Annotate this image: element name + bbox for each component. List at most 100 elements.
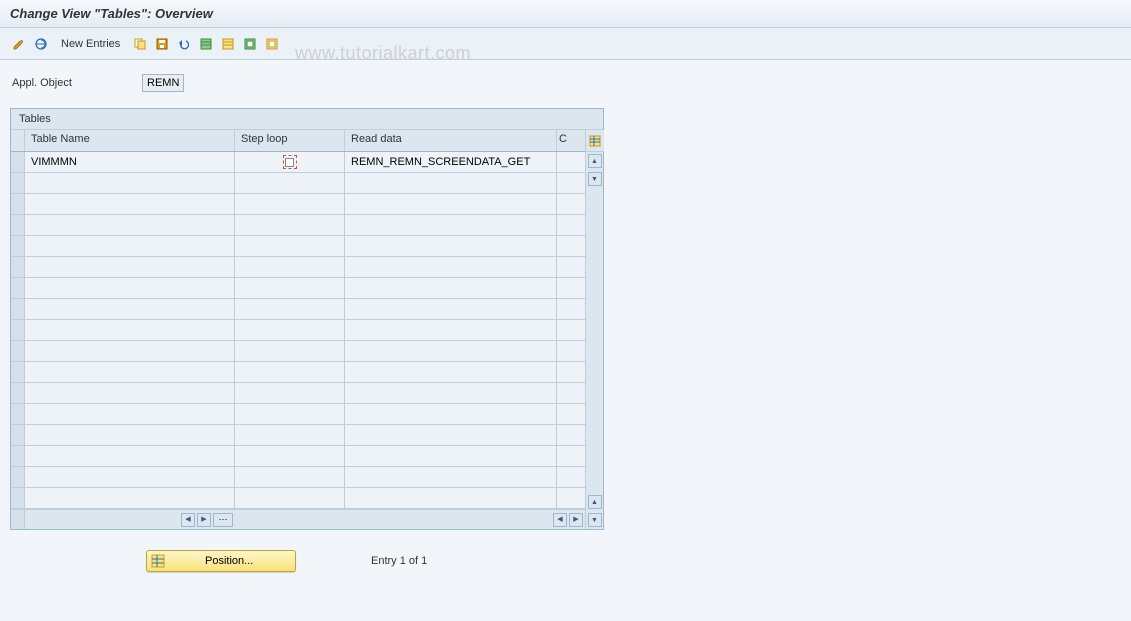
cell-table-name[interactable] xyxy=(25,257,235,277)
table-header-selector[interactable] xyxy=(11,130,25,151)
hscroll-right-button-2[interactable]: ▶ xyxy=(569,513,583,527)
toggle-display-change-icon[interactable] xyxy=(10,35,28,53)
cell-read-data[interactable] xyxy=(345,362,557,382)
cell-table-name[interactable] xyxy=(25,446,235,466)
other-view-icon[interactable] xyxy=(32,35,50,53)
row-selector[interactable] xyxy=(11,173,25,193)
cell-step-loop[interactable] xyxy=(235,194,345,214)
cell-table-name[interactable]: VIMMMN xyxy=(25,152,235,172)
step-loop-checkbox-focused[interactable] xyxy=(283,155,297,169)
table-row[interactable] xyxy=(11,404,585,425)
cell-table-name[interactable] xyxy=(25,467,235,487)
cell-step-loop[interactable] xyxy=(235,152,345,172)
row-selector[interactable] xyxy=(11,215,25,235)
row-selector[interactable] xyxy=(11,320,25,340)
cell-read-data[interactable] xyxy=(345,257,557,277)
cell-read-data[interactable] xyxy=(345,173,557,193)
cell-read-data[interactable] xyxy=(345,467,557,487)
hscroll-left-button[interactable]: ◀ xyxy=(181,513,195,527)
cell-read-data[interactable] xyxy=(345,404,557,424)
cell-step-loop[interactable] xyxy=(235,173,345,193)
hscroll-right-button[interactable]: ▶ xyxy=(197,513,211,527)
table-row[interactable] xyxy=(11,488,585,509)
cell-table-name[interactable] xyxy=(25,194,235,214)
row-selector[interactable] xyxy=(11,236,25,256)
cell-read-data[interactable] xyxy=(345,299,557,319)
table-row[interactable] xyxy=(11,194,585,215)
cell-table-name[interactable] xyxy=(25,320,235,340)
cell-table-name[interactable] xyxy=(25,425,235,445)
copy-as-icon[interactable] xyxy=(131,35,149,53)
cell-table-name[interactable] xyxy=(25,173,235,193)
cell-read-data[interactable] xyxy=(345,215,557,235)
print-icon[interactable] xyxy=(263,35,281,53)
position-button[interactable]: Position... xyxy=(146,550,296,572)
cell-step-loop[interactable] xyxy=(235,446,345,466)
cell-read-data[interactable] xyxy=(345,320,557,340)
row-selector[interactable] xyxy=(11,404,25,424)
cell-c[interactable] xyxy=(557,152,571,172)
cell-step-loop[interactable] xyxy=(235,320,345,340)
table-row[interactable] xyxy=(11,299,585,320)
hscroll-left-button-2[interactable]: ◀ xyxy=(553,513,567,527)
cell-read-data[interactable]: REMN_REMN_SCREENDATA_GET xyxy=(345,152,557,172)
table-row[interactable] xyxy=(11,467,585,488)
cell-step-loop[interactable] xyxy=(235,299,345,319)
cell-step-loop[interactable] xyxy=(235,236,345,256)
cell-step-loop[interactable] xyxy=(235,362,345,382)
new-entries-button[interactable]: New Entries xyxy=(54,35,127,53)
table-row[interactable] xyxy=(11,215,585,236)
row-selector[interactable] xyxy=(11,467,25,487)
cell-step-loop[interactable] xyxy=(235,215,345,235)
table-row[interactable]: VIMMMN REMN_REMN_SCREENDATA_GET xyxy=(11,152,585,173)
cell-step-loop[interactable] xyxy=(235,257,345,277)
table-config-button[interactable] xyxy=(586,130,604,152)
cell-read-data[interactable] xyxy=(345,446,557,466)
scroll-down-button[interactable]: ▼ xyxy=(588,172,602,186)
cell-step-loop[interactable] xyxy=(235,383,345,403)
cell-table-name[interactable] xyxy=(25,215,235,235)
table-row[interactable] xyxy=(11,257,585,278)
cell-read-data[interactable] xyxy=(345,488,557,508)
cell-read-data[interactable] xyxy=(345,194,557,214)
row-selector[interactable] xyxy=(11,152,25,172)
cell-read-data[interactable] xyxy=(345,383,557,403)
select-all-icon[interactable] xyxy=(197,35,215,53)
cell-read-data[interactable] xyxy=(345,278,557,298)
row-selector[interactable] xyxy=(11,383,25,403)
table-row[interactable] xyxy=(11,341,585,362)
delimit-icon[interactable] xyxy=(241,35,259,53)
table-row[interactable] xyxy=(11,173,585,194)
cell-step-loop[interactable] xyxy=(235,467,345,487)
cell-step-loop[interactable] xyxy=(235,278,345,298)
cell-step-loop[interactable] xyxy=(235,425,345,445)
row-selector[interactable] xyxy=(11,299,25,319)
hscroll-expand-button[interactable]: ⋯ xyxy=(213,513,233,527)
table-header-read-data[interactable]: Read data xyxy=(345,130,557,151)
table-header-step-loop[interactable]: Step loop xyxy=(235,130,345,151)
cell-step-loop[interactable] xyxy=(235,341,345,361)
table-row[interactable] xyxy=(11,425,585,446)
cell-step-loop[interactable] xyxy=(235,488,345,508)
cell-table-name[interactable] xyxy=(25,236,235,256)
table-row[interactable] xyxy=(11,362,585,383)
scroll-down-button-2[interactable]: ▼ xyxy=(588,513,602,527)
save-icon[interactable] xyxy=(153,35,171,53)
row-selector[interactable] xyxy=(11,257,25,277)
table-row[interactable] xyxy=(11,278,585,299)
row-selector[interactable] xyxy=(11,194,25,214)
table-row[interactable] xyxy=(11,320,585,341)
undo-icon[interactable] xyxy=(175,35,193,53)
table-header-c[interactable]: C xyxy=(557,130,571,151)
cell-table-name[interactable] xyxy=(25,404,235,424)
row-selector[interactable] xyxy=(11,446,25,466)
row-selector[interactable] xyxy=(11,362,25,382)
scroll-up-button[interactable]: ▲ xyxy=(588,154,602,168)
cell-table-name[interactable] xyxy=(25,341,235,361)
row-selector[interactable] xyxy=(11,488,25,508)
table-header-table-name[interactable]: Table Name xyxy=(25,130,235,151)
table-row[interactable] xyxy=(11,446,585,467)
scroll-up-button-2[interactable]: ▲ xyxy=(588,495,602,509)
table-row[interactable] xyxy=(11,383,585,404)
appl-object-value[interactable]: REMN xyxy=(142,74,184,92)
